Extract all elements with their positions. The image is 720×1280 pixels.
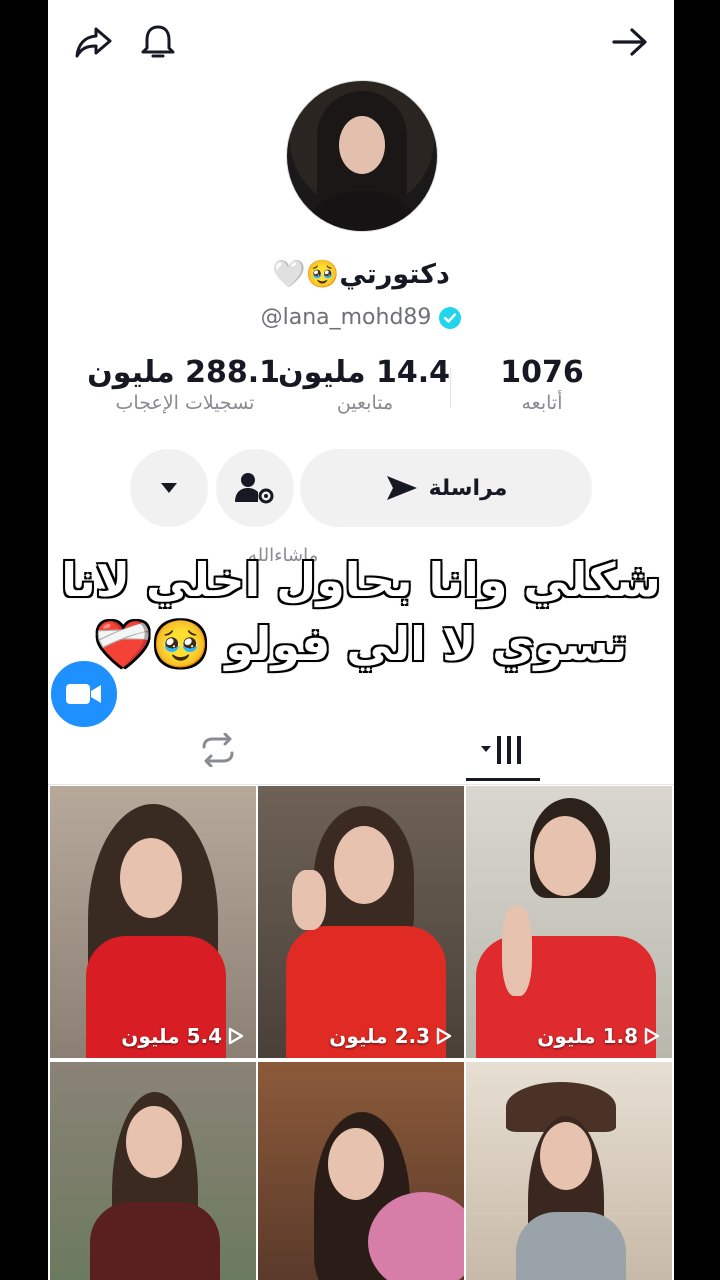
bell-icon[interactable] [134,18,182,66]
videos-grid-tab-icon [481,736,521,764]
following-label: أتابعه [521,392,563,414]
stat-followers[interactable]: 14.4 مليون متابعين [278,355,450,414]
video-thumbnail[interactable]: 1.8 مليون [466,786,672,1058]
view-count-text: 2.3 مليون [329,1024,430,1048]
video-thumbnail[interactable] [50,1062,256,1280]
avatar-face-shape [339,116,385,174]
stat-following[interactable]: 1076 أتابعه [472,355,612,414]
video-thumbnail[interactable] [466,1062,672,1280]
followers-label: متابعين [336,392,394,414]
video-thumbnail[interactable]: 2.3 مليون [258,786,464,1058]
stat-likes: 288.1 مليون تسجيلات الإعجاب [87,355,280,414]
play-icon [436,1027,452,1045]
overlay-caption: شكلي وانا بحاول اخلي لانا تسوي لا الي فو… [48,548,674,676]
overlay-caption-line-2: تسوي لا الي فولو 🥹❤️‍🩹 [94,617,628,671]
play-icon [228,1027,244,1045]
video-thumbnail[interactable]: 5.4 مليون [50,786,256,1058]
active-tab-indicator [466,778,540,781]
dropdown-icon [161,483,177,493]
following-count: 1076 [500,355,584,390]
video-call-icon [66,684,101,704]
verified-icon [439,306,462,329]
view-count-text: 1.8 مليون [537,1024,638,1048]
message-button[interactable]: مراسلة [300,449,592,527]
profile-screen: دكتورتي🥹🤍 @lana_mohd89 288.1 مليون تسجيل… [48,0,674,1280]
username-handle: @lana_mohd89 [260,305,432,330]
view-count-text: 5.4 مليون [121,1024,222,1048]
repost-tab-icon [202,733,234,767]
tab-videos[interactable] [454,718,554,782]
view-count: 2.3 مليون [329,1024,452,1048]
top-bar [48,0,674,90]
add-friend-settings-icon [235,473,274,504]
followers-count: 14.4 مليون [278,355,450,390]
content-tabs [48,718,674,785]
likes-count: 288.1 مليون [87,355,280,390]
share-icon[interactable] [70,18,118,66]
arrow-right-icon[interactable] [606,18,654,66]
friend-settings-button[interactable] [216,449,294,527]
avatar-body-shape [297,191,427,231]
likes-label: تسجيلات الإعجاب [115,392,255,414]
stats-row: 288.1 مليون تسجيلات الإعجاب 14.4 مليون م… [48,355,674,435]
avatar[interactable] [286,80,438,232]
play-icon [644,1027,660,1045]
overlay-caption-line-1: شكلي وانا بحاول اخلي لانا [61,553,661,607]
stats-divider [450,368,451,408]
view-count: 5.4 مليون [121,1024,244,1048]
handle-row: @lana_mohd89 [48,305,674,330]
more-options-button[interactable] [130,449,208,527]
video-thumbnail[interactable] [258,1062,464,1280]
display-name: دكتورتي🥹🤍 [272,259,450,290]
tab-reposts[interactable] [168,718,268,782]
view-count: 1.8 مليون [537,1024,660,1048]
message-label: مراسلة [428,475,508,501]
send-icon [386,476,417,500]
